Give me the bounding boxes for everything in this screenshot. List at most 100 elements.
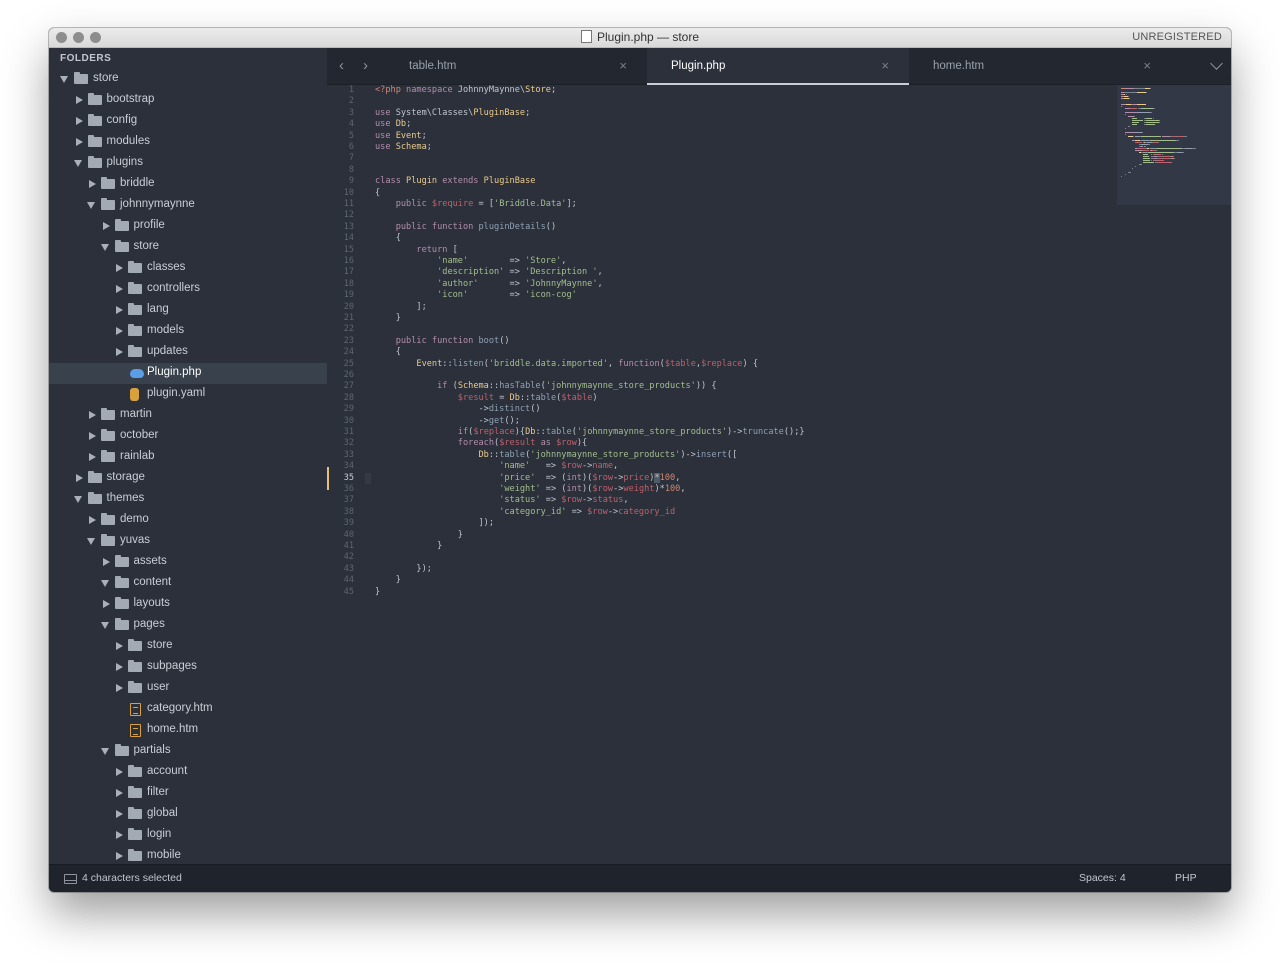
code-view[interactable]: <?php namespace JohnnyMaynne\Store; use S… xyxy=(375,85,1115,864)
folder-item[interactable]: martin xyxy=(49,405,327,426)
indentation-selector[interactable]: Spaces: 4 xyxy=(1079,872,1126,884)
chevron-down-icon[interactable] xyxy=(1210,57,1223,70)
code-line[interactable]: return [ xyxy=(375,245,457,256)
close-icon[interactable]: × xyxy=(1143,58,1151,73)
folder-item[interactable]: login xyxy=(49,825,327,846)
folder-item[interactable]: lang xyxy=(49,300,327,321)
folder-item[interactable]: user xyxy=(49,678,327,699)
folder-item[interactable]: global xyxy=(49,804,327,825)
folder-item[interactable]: layouts xyxy=(49,594,327,615)
tab-home-htm[interactable]: home.htm × xyxy=(909,48,1171,84)
code-line[interactable]: 'name' => 'Store', xyxy=(375,256,566,267)
disclosure-open-icon[interactable] xyxy=(100,244,109,251)
folder-item[interactable]: themes xyxy=(49,489,327,510)
disclosure-closed-icon[interactable] xyxy=(116,789,123,797)
code-line[interactable]: { xyxy=(375,188,380,199)
code-line[interactable]: { xyxy=(375,347,401,358)
disclosure-open-icon[interactable] xyxy=(73,160,82,167)
tab-table-htm[interactable]: table.htm × xyxy=(385,48,647,84)
code-line[interactable]: ]; xyxy=(375,302,426,313)
panel-toggle-icon[interactable] xyxy=(64,874,77,884)
folder-item[interactable]: controllers xyxy=(49,279,327,300)
folder-item[interactable]: content xyxy=(49,573,327,594)
folder-item[interactable]: modules xyxy=(49,132,327,153)
folder-item[interactable]: johnnymaynne xyxy=(49,195,327,216)
folder-item[interactable]: models xyxy=(49,321,327,342)
code-line[interactable]: Db::table('johnnymaynne_store_products')… xyxy=(375,450,737,461)
disclosure-closed-icon[interactable] xyxy=(89,432,96,440)
disclosure-open-icon[interactable] xyxy=(100,622,109,629)
disclosure-closed-icon[interactable] xyxy=(89,453,96,461)
code-line[interactable]: 'description' => 'Description ', xyxy=(375,267,603,278)
code-line[interactable]: 'price' => (int)($row->price)*100, xyxy=(375,472,680,484)
folder-item[interactable]: storage xyxy=(49,468,327,489)
code-line[interactable]: } xyxy=(375,313,401,324)
close-icon[interactable]: × xyxy=(881,58,889,73)
disclosure-closed-icon[interactable] xyxy=(116,348,123,356)
folder-item[interactable]: partials xyxy=(49,741,327,762)
code-line[interactable]: 'weight' => (int)($row->weight)*100, xyxy=(375,484,685,495)
folder-item[interactable]: updates xyxy=(49,342,327,363)
folder-item[interactable]: filter xyxy=(49,783,327,804)
code-line[interactable]: public $require = ['Briddle.Data']; xyxy=(375,199,577,210)
disclosure-closed-icon[interactable] xyxy=(116,810,123,818)
tab-plugin-php[interactable]: Plugin.php × xyxy=(647,48,909,85)
disclosure-closed-icon[interactable] xyxy=(116,831,123,839)
disclosure-closed-icon[interactable] xyxy=(116,642,123,650)
folder-item[interactable]: demo xyxy=(49,510,327,531)
code-line[interactable]: } xyxy=(375,530,463,541)
disclosure-closed-icon[interactable] xyxy=(102,222,110,230)
disclosure-closed-icon[interactable] xyxy=(89,411,96,419)
disclosure-closed-icon[interactable] xyxy=(89,180,96,188)
code-line[interactable]: public function pluginDetails() xyxy=(375,222,556,233)
code-line[interactable]: public function boot() xyxy=(375,336,510,347)
folder-item[interactable]: store xyxy=(49,237,327,258)
file-item[interactable]: Plugin.php xyxy=(49,363,327,384)
code-line[interactable]: 'category_id' => $row->category_id xyxy=(375,507,675,518)
code-line[interactable]: ->distinct() xyxy=(375,404,540,415)
disclosure-closed-icon[interactable] xyxy=(75,117,83,125)
folder-item[interactable]: classes xyxy=(49,258,327,279)
folder-item[interactable]: plugins xyxy=(49,153,327,174)
folder-item[interactable]: store xyxy=(49,69,327,90)
code-line[interactable]: <?php namespace JohnnyMaynne\Store; xyxy=(375,85,556,96)
code-line[interactable]: 'status' => $row->status, xyxy=(375,495,628,506)
code-line[interactable]: Event::listen('briddle.data.imported', f… xyxy=(375,359,758,370)
code-line[interactable]: use System\Classes\PluginBase; xyxy=(375,108,530,119)
chevron-right-icon[interactable]: › xyxy=(363,57,368,74)
code-line[interactable]: } xyxy=(375,541,442,552)
code-line[interactable]: 'author' => 'JohnnyMaynne', xyxy=(375,279,603,290)
disclosure-open-icon[interactable] xyxy=(87,538,95,545)
folder-item[interactable]: mobile xyxy=(49,846,327,864)
code-line[interactable]: class Plugin extends PluginBase xyxy=(375,176,535,187)
chevron-left-icon[interactable]: ‹ xyxy=(339,57,344,74)
code-line[interactable]: 'icon' => 'icon-cog' xyxy=(375,290,577,301)
code-line[interactable]: foreach($result as $row){ xyxy=(375,438,587,449)
code-line[interactable]: ->get(); xyxy=(375,416,519,427)
disclosure-open-icon[interactable] xyxy=(87,202,95,209)
disclosure-closed-icon[interactable] xyxy=(75,138,83,146)
code-line[interactable]: $result = Db::table($table) xyxy=(375,393,598,404)
folder-item[interactable]: subpages xyxy=(49,657,327,678)
code-line[interactable]: } xyxy=(375,587,380,598)
disclosure-open-icon[interactable] xyxy=(100,748,109,755)
close-icon[interactable]: × xyxy=(619,58,627,73)
folder-item[interactable]: briddle xyxy=(49,174,327,195)
folder-item[interactable]: october xyxy=(49,426,327,447)
disclosure-closed-icon[interactable] xyxy=(75,474,83,482)
code-editor[interactable]: 1 2 3 4 5 6 7 8 9 10 11 12 13 14 15 16 17 18 19 20 21 22 23 24 2… xyxy=(327,85,1231,864)
folder-item[interactable]: store xyxy=(49,636,327,657)
disclosure-closed-icon[interactable] xyxy=(116,264,123,272)
code-line[interactable]: use Db; xyxy=(375,119,411,130)
folder-item[interactable]: profile xyxy=(49,216,327,237)
folder-item[interactable]: rainlab xyxy=(49,447,327,468)
code-line[interactable]: if($replace){Db::table('johnnymaynne_sto… xyxy=(375,427,805,438)
disclosure-open-icon[interactable] xyxy=(60,76,68,83)
code-line[interactable]: 'name' => $row->name, xyxy=(375,461,618,472)
folder-item[interactable]: yuvas xyxy=(49,531,327,552)
disclosure-closed-icon[interactable] xyxy=(116,768,123,776)
disclosure-closed-icon[interactable] xyxy=(102,558,110,566)
minimap[interactable] xyxy=(1117,85,1231,205)
file-item[interactable]: category.htm xyxy=(49,699,327,720)
disclosure-closed-icon[interactable] xyxy=(89,516,96,524)
